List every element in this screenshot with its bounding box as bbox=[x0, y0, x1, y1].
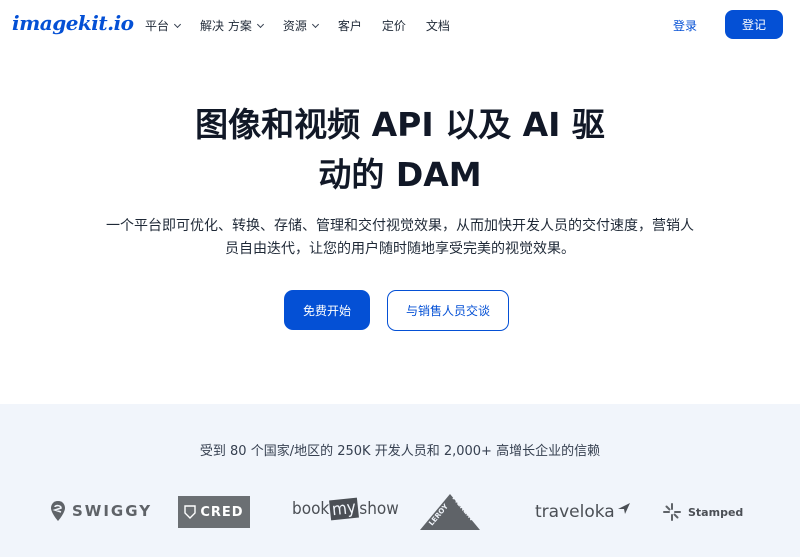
trust-band: 受到 80 个国家/地区的 250K 开发人员和 2,000+ 高增长企业的信赖… bbox=[0, 404, 800, 557]
cred-shield-icon bbox=[184, 505, 197, 519]
bookmyshow-logo: book my show bbox=[292, 497, 399, 521]
nav-docs-label: 文档 bbox=[425, 19, 450, 33]
swiggy-logo: SWIGGY bbox=[50, 500, 152, 522]
site-header: imagekit.io 平台 解决 方案 资源 客户 定价 文档 登录 登记 bbox=[0, 0, 800, 50]
cred-logo: CRED bbox=[178, 496, 250, 528]
nav-resources-label: 资源 bbox=[282, 19, 307, 33]
bms-book: book bbox=[292, 499, 330, 519]
bms-show: show bbox=[359, 499, 399, 519]
leroy-merlin-logo: LEROY MERLIN bbox=[420, 492, 480, 530]
trust-text: 受到 80 个国家/地区的 250K 开发人员和 2,000+ 高增长企业的信赖 bbox=[199, 444, 601, 459]
nav-platform[interactable]: 平台 bbox=[145, 17, 182, 34]
chevron-down-icon bbox=[256, 20, 264, 28]
traveloka-bird-icon bbox=[617, 503, 630, 514]
swiggy-wordmark: SWIGGY bbox=[72, 502, 153, 520]
nav-pricing[interactable]: 定价 bbox=[382, 17, 406, 34]
chevron-down-icon bbox=[311, 20, 319, 28]
login-link[interactable]: 登录 bbox=[673, 17, 697, 34]
nav-solutions-label: 解决 方案 bbox=[200, 19, 252, 33]
hero-subtitle: 一个平台即可优化、转换、存储、管理和交付视觉效果，从而加快开发人员的交付速度，营… bbox=[106, 218, 694, 257]
stamped-wordmark: Stamped bbox=[688, 505, 744, 519]
signup-button[interactable]: 登记 bbox=[725, 10, 783, 39]
bms-my: my bbox=[329, 497, 360, 521]
nav-pricing-label: 定价 bbox=[381, 19, 406, 33]
nav-solutions[interactable]: 解决 方案 bbox=[200, 17, 264, 34]
leroy-merlin-mark: LEROY MERLIN bbox=[420, 494, 480, 530]
nav-customers-label: 客户 bbox=[337, 19, 362, 33]
nav-docs[interactable]: 文档 bbox=[426, 17, 450, 34]
hero-title-line-2: 动的 DAM bbox=[318, 155, 482, 194]
swiggy-pin-icon bbox=[51, 501, 65, 521]
hero-title-line-1: 图像和视频 API 以及 AI 驱 bbox=[195, 105, 605, 144]
main-nav: 平台 解决 方案 资源 客户 定价 文档 bbox=[145, 17, 470, 34]
cred-wordmark: CRED bbox=[200, 504, 244, 520]
chevron-down-icon bbox=[173, 20, 182, 28]
stamped-star-icon bbox=[663, 503, 681, 521]
stamped-logo: Stamped bbox=[662, 502, 743, 522]
talk-to-sales-button[interactable]: 与销售人员交谈 bbox=[387, 290, 509, 331]
traveloka-wordmark: traveloka bbox=[535, 502, 615, 522]
imagekit-logo[interactable]: imagekit.io bbox=[12, 11, 134, 35]
hero-title: 图像和视频 API 以及 AI 驱 动的 DAM bbox=[0, 100, 800, 200]
traveloka-logo: traveloka bbox=[535, 502, 631, 522]
nav-resources[interactable]: 资源 bbox=[282, 17, 319, 34]
nav-platform-label: 平台 bbox=[145, 19, 170, 33]
start-free-button[interactable]: 免费开始 bbox=[284, 290, 370, 330]
nav-customers[interactable]: 客户 bbox=[338, 17, 362, 34]
